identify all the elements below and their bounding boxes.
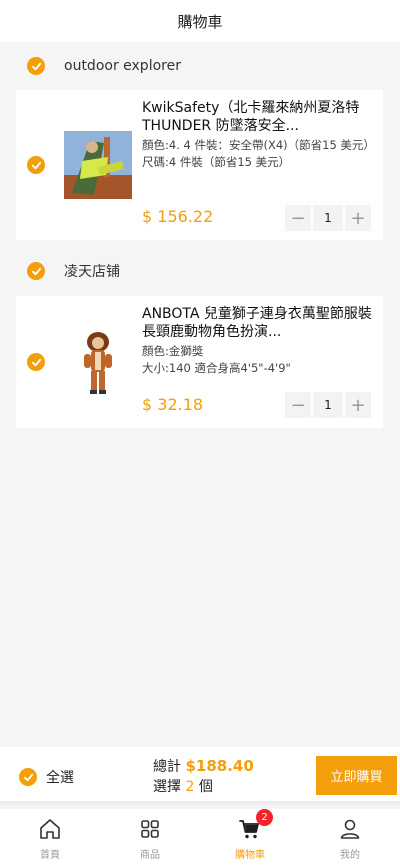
decrease-button[interactable]: −: [285, 392, 311, 418]
product-info: ANBOTA 兒童獅子連身衣萬聖節服裝長頸鹿動物角色扮演... 顏色:金獅獎 大…: [142, 305, 373, 377]
quantity-value[interactable]: 1: [313, 392, 343, 418]
selected-prefix: 選擇: [153, 779, 181, 795]
store-header: outdoor explorer: [0, 44, 400, 88]
cart-count-badge: 2: [256, 809, 273, 826]
tab-label: 我的: [340, 850, 360, 861]
cart-item-card: KwikSafety（北卡羅來納州夏洛特THUNDER 防墜落安全... 顏色:…: [16, 90, 383, 240]
home-icon: [40, 819, 60, 839]
select-all-toggle[interactable]: 全選: [19, 767, 74, 787]
tab-cart[interactable]: 2 購物車: [200, 809, 300, 867]
tab-products[interactable]: 商品: [100, 809, 200, 867]
order-summary: 總計 $188.40 選擇 2 個: [153, 756, 254, 797]
increase-button[interactable]: +: [345, 205, 371, 231]
store-name: 凌天店铺: [64, 264, 120, 280]
checkout-bar: 全選 總計 $188.40 選擇 2 個 立即購買: [0, 747, 400, 805]
safety-harness-photo: [64, 131, 132, 199]
lion-costume-photo: [64, 328, 132, 396]
product-image[interactable]: [64, 328, 132, 396]
user-icon: [340, 819, 360, 839]
cart-item-card: ANBOTA 兒童獅子連身衣萬聖節服裝長頸鹿動物角色扮演... 顏色:金獅獎 大…: [16, 296, 383, 428]
quantity-stepper: − 1 +: [285, 392, 371, 418]
tab-bar: 首頁 商品 2 購物車 我的: [0, 809, 400, 867]
product-attribute: 大小:140 適合身高4'5"-4'9": [142, 361, 291, 375]
tab-label: 商品: [140, 850, 160, 861]
store-checkbox[interactable]: [27, 262, 45, 280]
tab-profile[interactable]: 我的: [300, 809, 400, 867]
top-bar: 購物車: [0, 0, 400, 42]
select-all-label: 全選: [46, 770, 74, 786]
product-title[interactable]: ANBOTA 兒童獅子連身衣萬聖節服裝長頸鹿動物角色扮演...: [142, 305, 373, 341]
plus-icon: +: [350, 394, 366, 416]
page-title: 購物車: [177, 12, 223, 31]
selected-suffix: 個: [198, 779, 213, 795]
product-attribute: 尺碼:4 件裝（節省15 美元）: [142, 155, 291, 169]
minus-icon: −: [290, 207, 306, 229]
product-attribute: 顏色:4. 4 件裝：安全帶(X4)（節省15 美元）: [142, 138, 375, 152]
selected-count: 2: [185, 779, 195, 795]
checkmark-icon: [31, 161, 41, 169]
product-image[interactable]: [64, 131, 132, 199]
store-header: 凌天店铺: [0, 249, 400, 293]
tab-home[interactable]: 首頁: [0, 809, 100, 867]
quantity-stepper: − 1 +: [285, 205, 371, 231]
plus-icon: +: [350, 207, 366, 229]
product-info: KwikSafety（北卡羅來納州夏洛特THUNDER 防墜落安全... 顏色:…: [142, 99, 375, 171]
item-checkbox[interactable]: [27, 156, 45, 174]
quantity-value[interactable]: 1: [313, 205, 343, 231]
checkmark-icon: [31, 358, 41, 366]
checkmark-icon: [31, 62, 41, 70]
decrease-button[interactable]: −: [285, 205, 311, 231]
total-amount: $188.40: [185, 757, 254, 775]
product-price: $ 32.18: [142, 395, 204, 414]
tab-label: 購物車: [235, 850, 265, 861]
grid-icon: [141, 820, 159, 838]
minus-icon: −: [290, 394, 306, 416]
tab-label: 首頁: [40, 850, 60, 861]
checkmark-icon: [31, 267, 41, 275]
total-label: 總計: [153, 759, 181, 775]
buy-now-button[interactable]: 立即購買: [316, 756, 397, 795]
product-title[interactable]: KwikSafety（北卡羅來納州夏洛特THUNDER 防墜落安全...: [142, 99, 373, 135]
checkmark-icon: [23, 773, 33, 781]
product-price: $ 156.22: [142, 207, 214, 226]
product-attribute: 顏色:金獅獎: [142, 344, 204, 358]
increase-button[interactable]: +: [345, 392, 371, 418]
item-checkbox[interactable]: [27, 353, 45, 371]
store-checkbox[interactable]: [27, 57, 45, 75]
store-name: outdoor explorer: [64, 58, 181, 74]
select-all-checkbox[interactable]: [19, 768, 37, 786]
